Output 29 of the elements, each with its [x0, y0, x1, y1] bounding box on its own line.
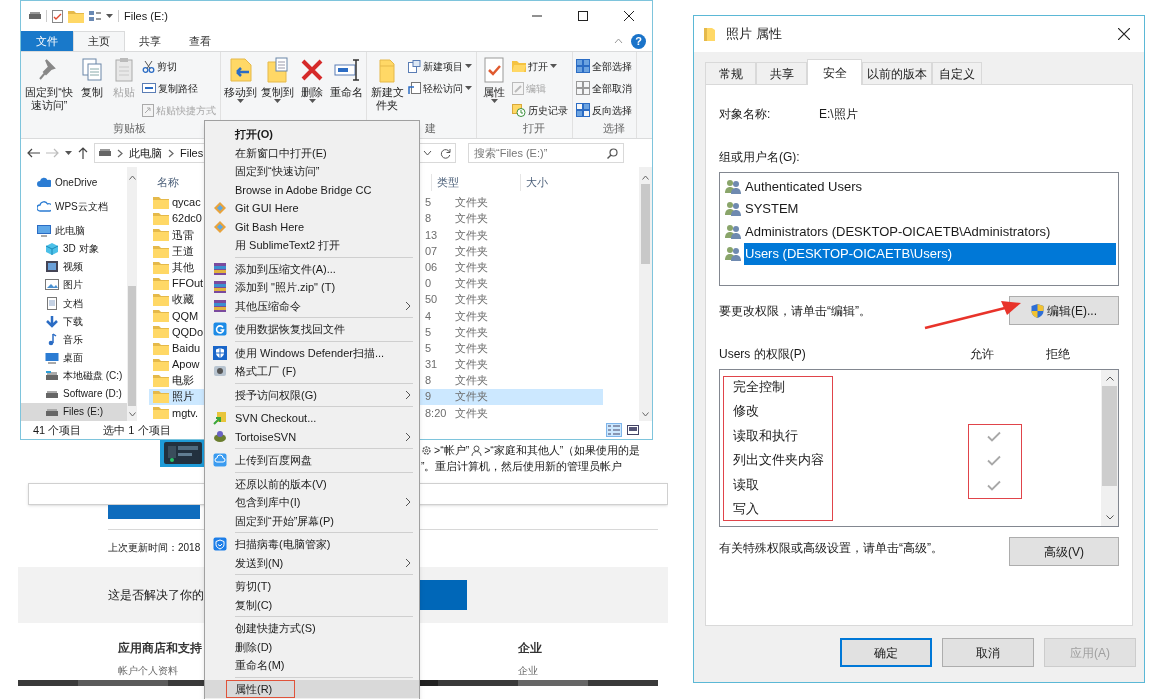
instruction-text: ”。重启计算机，然后使用新的管理员帐户 — [421, 459, 624, 474]
footer-heading: 企业 — [518, 640, 542, 657]
permission-name: 写入 — [733, 501, 760, 519]
hint-text: 有关特殊权限或高级设置，请单击“高级”。 — [719, 540, 943, 557]
footer-heading: 应用商店和支持 — [118, 640, 202, 657]
group-label: 建 — [424, 121, 437, 136]
field-label: Users 的权限(P) — [719, 346, 807, 363]
column-header: 拒绝 — [1046, 346, 1070, 363]
object-name-value: E:\照片 — [819, 106, 858, 123]
permission-name: 读取 — [733, 476, 760, 494]
permission-name: 完全控制 — [733, 378, 786, 396]
field-label: 对象名称: — [719, 106, 772, 123]
window-title: Files (E:) — [124, 8, 168, 24]
column-header: 允许 — [970, 346, 995, 363]
status-text: 选中 1 个项目 — [103, 422, 171, 438]
last-updated-text: 上次更新时间：2018 — [108, 541, 201, 555]
group-label: 剪贴板 — [112, 121, 147, 136]
group-label: 打开 — [521, 121, 546, 136]
status-text: 41 个项目 — [33, 422, 82, 438]
hint-text: 要更改权限，请单击“编辑”。 — [719, 302, 871, 320]
permission-name: 修改 — [733, 403, 760, 421]
group-label: 选择 — [601, 121, 626, 136]
breadcrumb-text: >“家庭和其他人”（如果使用的是 — [484, 443, 641, 458]
permission-name: 读取和执行 — [733, 427, 799, 445]
feedback-question: 这是否解决了你的 — [108, 587, 204, 604]
permission-name: 列出文件夹内容 — [733, 452, 825, 470]
field-label: 组或用户名(G): — [719, 149, 801, 166]
dialog-title: 照片 属性 — [726, 25, 782, 44]
breadcrumb-text: >“帐户” — [434, 443, 470, 458]
